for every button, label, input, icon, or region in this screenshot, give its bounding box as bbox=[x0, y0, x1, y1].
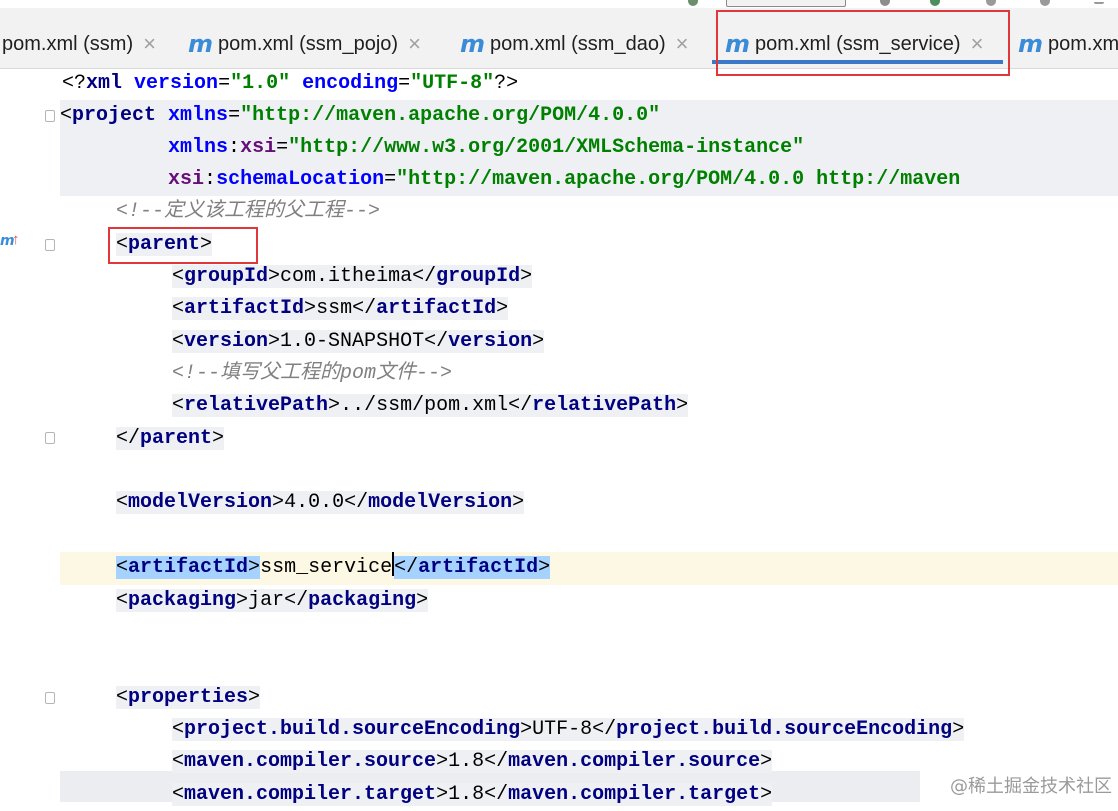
code-line-compiler-target: <maven.compiler.target>1.8</maven.compil… bbox=[172, 783, 773, 806]
close-icon[interactable]: × bbox=[143, 31, 156, 57]
tab-label: pom.xml (ssm_pojo) bbox=[218, 32, 399, 55]
tab-pom-overflow[interactable]: m pom.xm bbox=[1018, 26, 1118, 62]
tab-pom-ssm[interactable]: pom.xml (ssm) × bbox=[2, 26, 156, 62]
code-line-xml-declaration: <?xml version="1.0" encoding="UTF-8"?> bbox=[62, 72, 519, 95]
run-config-dropdown[interactable] bbox=[726, 0, 846, 7]
tab-label: pom.xml (ssm) bbox=[2, 32, 134, 55]
code-line-compiler-source: <maven.compiler.source>1.8</maven.compil… bbox=[172, 750, 773, 773]
code-line-source-encoding: <project.build.sourceEncoding>UTF-8</pro… bbox=[172, 718, 965, 741]
code-line-properties-open: <properties> bbox=[116, 686, 261, 709]
close-icon[interactable]: × bbox=[408, 31, 421, 57]
minimize-icon[interactable] bbox=[1094, 2, 1104, 4]
maven-icon: m bbox=[188, 30, 213, 58]
code-line-project-open: <project xmlns="http://maven.apache.org/… bbox=[60, 100, 1118, 132]
highlight-box-parent bbox=[108, 227, 258, 264]
watermark: @稀土掘金技术社区 bbox=[950, 776, 1112, 797]
code-editor[interactable]: <?xml version="1.0" encoding="UTF-8"?> <… bbox=[60, 69, 1118, 806]
run-icon[interactable] bbox=[688, 0, 698, 6]
tab-pom-ssm-dao[interactable]: m pom.xml (ssm_dao) × bbox=[460, 26, 688, 62]
code-line-comment-pom: <!--填写父工程的pom文件--> bbox=[172, 362, 453, 385]
fold-icon[interactable] bbox=[45, 692, 55, 704]
code-line-parent-close: </parent> bbox=[116, 427, 225, 450]
build-icon[interactable] bbox=[986, 0, 996, 6]
code-line-xmlns-xsi: xmlns:xsi="http://www.w3.org/2001/XMLSch… bbox=[60, 132, 1118, 164]
tab-label: pom.xm bbox=[1048, 32, 1118, 55]
code-line-artifactid-parent: <artifactId>ssm</artifactId> bbox=[172, 297, 509, 320]
maven-icon: m bbox=[460, 30, 485, 58]
fold-icon[interactable] bbox=[45, 432, 55, 444]
coverage-icon[interactable] bbox=[930, 0, 940, 6]
debug-icon[interactable] bbox=[880, 0, 890, 6]
code-line-packaging: <packaging>jar</packaging> bbox=[116, 589, 429, 612]
fold-icon[interactable] bbox=[45, 110, 55, 122]
navigate-up-arrow-icon[interactable]: ↑ bbox=[12, 231, 20, 248]
settings-icon[interactable] bbox=[1040, 0, 1050, 6]
fold-icon[interactable] bbox=[45, 239, 55, 251]
maven-icon: m bbox=[1018, 30, 1043, 58]
code-line-version: <version>1.0-SNAPSHOT</version> bbox=[172, 330, 545, 353]
code-line-modelversion: <modelVersion>4.0.0</modelVersion> bbox=[116, 491, 525, 514]
highlight-box-tab bbox=[716, 10, 1010, 76]
code-line-groupid: <groupId>com.itheima</groupId> bbox=[172, 265, 533, 288]
tab-pom-ssm-pojo[interactable]: m pom.xml (ssm_pojo) × bbox=[188, 26, 421, 62]
code-line-relativepath: <relativePath>../ssm/pom.xml</relativePa… bbox=[172, 394, 689, 417]
toolbar-strip bbox=[0, 0, 1118, 8]
tab-label: pom.xml (ssm_dao) bbox=[490, 32, 666, 55]
code-line-comment-parent: <!--定义该工程的父工程--> bbox=[116, 200, 381, 223]
code-line-artifactid: <artifactId>ssm_service </artifactId> bbox=[116, 552, 551, 584]
code-line-schema-location: xsi:schemaLocation="http://maven.apache.… bbox=[60, 164, 1118, 196]
close-icon[interactable]: × bbox=[676, 31, 689, 57]
